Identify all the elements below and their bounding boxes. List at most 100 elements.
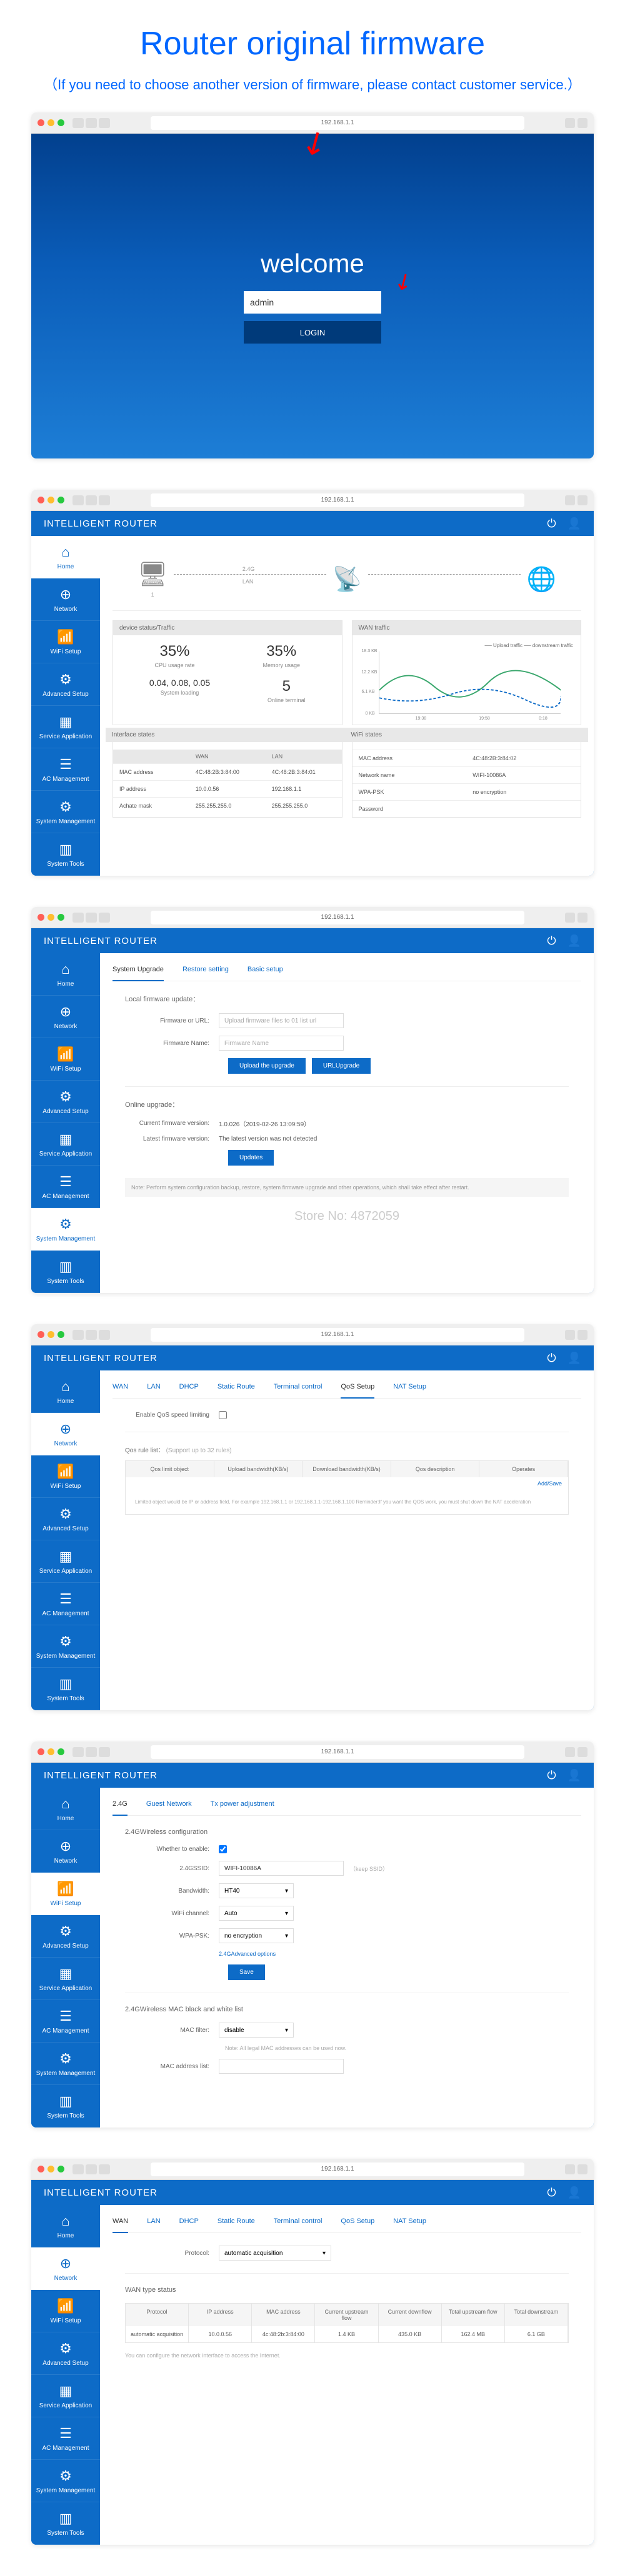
sidebar-item-wifi-setup[interactable]: 📶WiFi Setup: [31, 1873, 100, 1915]
password-input[interactable]: admin: [244, 291, 381, 314]
sidebar-item-home[interactable]: ⌂Home: [31, 1370, 100, 1413]
tab-24g[interactable]: 2.4G: [112, 1800, 128, 1816]
share-icon[interactable]: [565, 118, 575, 128]
close-icon[interactable]: [38, 2166, 44, 2172]
sidebar-item-system-management[interactable]: ⚙System Management: [31, 1625, 100, 1668]
minimize-icon[interactable]: [48, 1748, 54, 1755]
maximize-icon[interactable]: [58, 1748, 64, 1755]
sidebar-item-system-tools[interactable]: ▥System Tools: [31, 1251, 100, 1293]
tab-static-route[interactable]: Static Route: [218, 2217, 255, 2225]
updates-button[interactable]: Updates: [228, 1150, 274, 1166]
sidebar-item-home[interactable]: ⌂Home: [31, 536, 100, 578]
sidebar-item-home[interactable]: ⌂Home: [31, 1788, 100, 1830]
tab-wan[interactable]: WAN: [112, 2217, 128, 2233]
login-button[interactable]: LOGIN: [244, 321, 381, 344]
tab-nat-setup[interactable]: NAT Setup: [393, 2217, 426, 2225]
close-icon[interactable]: [38, 914, 44, 921]
sidebar-item-home[interactable]: ⌂Home: [31, 953, 100, 996]
tab-nat-setup[interactable]: NAT Setup: [393, 1383, 426, 1390]
maximize-icon[interactable]: [58, 2166, 64, 2172]
maximize-icon[interactable]: [58, 1331, 64, 1338]
sidebar-item-ac-management[interactable]: ☰AC Management: [31, 748, 100, 791]
tabs-icon[interactable]: [578, 1747, 588, 1757]
minimize-icon[interactable]: [48, 497, 54, 503]
tabs-icon[interactable]: [578, 913, 588, 923]
close-icon[interactable]: [38, 1748, 44, 1755]
power-icon[interactable]: ⏻: [547, 1352, 556, 1365]
reload-button[interactable]: [99, 913, 110, 923]
tab-dhcp[interactable]: DHCP: [179, 2217, 199, 2225]
minimize-icon[interactable]: [48, 1331, 54, 1338]
forward-button[interactable]: [86, 495, 97, 505]
power-icon[interactable]: ⏻: [547, 2186, 556, 2199]
sidebar-item-service-application[interactable]: ▦Service Application: [31, 1958, 100, 2000]
sidebar-item-ac-management[interactable]: ☰AC Management: [31, 2000, 100, 2043]
wpa-select[interactable]: no encryption▾: [219, 1928, 294, 1943]
tabs-icon[interactable]: [578, 118, 588, 128]
tab-static-route[interactable]: Static Route: [218, 1383, 255, 1390]
maximize-icon[interactable]: [58, 914, 64, 921]
sidebar-item-service-application[interactable]: ▦Service Application: [31, 706, 100, 748]
mac-list-input[interactable]: [219, 2059, 344, 2074]
sidebar-item-ac-management[interactable]: ☰AC Management: [31, 2417, 100, 2460]
tab-txpower[interactable]: Tx power adjustment: [211, 1800, 274, 1808]
user-icon[interactable]: 👤: [568, 1769, 581, 1782]
reload-button[interactable]: [99, 118, 110, 128]
tab-lan[interactable]: LAN: [147, 2217, 160, 2225]
tab-restore[interactable]: Restore setting: [182, 966, 229, 973]
close-icon[interactable]: [38, 497, 44, 503]
channel-select[interactable]: Auto▾: [219, 1906, 294, 1921]
sidebar-item-home[interactable]: ⌂Home: [31, 2205, 100, 2247]
wifi-enable-checkbox[interactable]: [219, 1845, 227, 1853]
sidebar-item-system-management[interactable]: ⚙System Management: [31, 2043, 100, 2085]
tabs-icon[interactable]: [578, 2164, 588, 2174]
reload-button[interactable]: [99, 1747, 110, 1757]
tab-guest[interactable]: Guest Network: [146, 1800, 192, 1808]
sidebar-item-network[interactable]: ⊕Network: [31, 1830, 100, 1873]
share-icon[interactable]: [565, 913, 575, 923]
back-button[interactable]: [72, 495, 84, 505]
share-icon[interactable]: [565, 495, 575, 505]
reload-button[interactable]: [99, 1330, 110, 1340]
url-bar[interactable]: 192.168.1.1: [151, 1745, 524, 1759]
close-icon[interactable]: [38, 119, 44, 126]
url-bar[interactable]: 192.168.1.1: [151, 911, 524, 924]
url-bar[interactable]: 192.168.1.1: [151, 2162, 524, 2176]
sidebar-item-system-tools[interactable]: ▥System Tools: [31, 2085, 100, 2128]
tab-dhcp[interactable]: DHCP: [179, 1383, 199, 1390]
sidebar-item-network[interactable]: ⊕Network: [31, 1413, 100, 1455]
sidebar-item-network[interactable]: ⊕Network: [31, 578, 100, 621]
sidebar-item-network[interactable]: ⊕Network: [31, 996, 100, 1038]
user-icon[interactable]: 👤: [568, 517, 581, 530]
save-button[interactable]: Save: [228, 1964, 265, 1980]
sidebar-item-wifi-setup[interactable]: 📶WiFi Setup: [31, 621, 100, 663]
back-button[interactable]: [72, 118, 84, 128]
mac-filter-select[interactable]: disable▾: [219, 2023, 294, 2038]
firmware-url-input[interactable]: Upload firmware files to 01 list url: [219, 1013, 344, 1028]
tabs-icon[interactable]: [578, 1330, 588, 1340]
tabs-icon[interactable]: [578, 495, 588, 505]
sidebar-item-system-tools[interactable]: ▥System Tools: [31, 2502, 100, 2545]
sidebar-item-system-tools[interactable]: ▥System Tools: [31, 833, 100, 876]
back-button[interactable]: [72, 1747, 84, 1757]
minimize-icon[interactable]: [48, 119, 54, 126]
back-button[interactable]: [72, 1330, 84, 1340]
tab-terminal-control[interactable]: Terminal control: [274, 2217, 322, 2225]
sidebar-item-advanced-setup[interactable]: ⚙Advanced Setup: [31, 1498, 100, 1540]
tab-qos-setup[interactable]: QoS Setup: [341, 2217, 374, 2225]
url-upgrade-button[interactable]: URLUpgrade: [312, 1058, 371, 1074]
upload-button[interactable]: Upload the upgrade: [228, 1058, 306, 1074]
reload-button[interactable]: [99, 2164, 110, 2174]
sidebar-item-system-management[interactable]: ⚙System Management: [31, 791, 100, 833]
sidebar-item-service-application[interactable]: ▦Service Application: [31, 2375, 100, 2417]
power-icon[interactable]: ⏻: [547, 934, 556, 948]
tab-wan[interactable]: WAN: [112, 1383, 128, 1390]
protocol-select[interactable]: automatic acquisition▾: [219, 2246, 331, 2261]
sidebar-item-service-application[interactable]: ▦Service Application: [31, 1540, 100, 1583]
tab-system-upgrade[interactable]: System Upgrade: [112, 966, 164, 981]
share-icon[interactable]: [565, 2164, 575, 2174]
firmware-name-input[interactable]: Firmware Name: [219, 1036, 344, 1051]
sidebar-item-advanced-setup[interactable]: ⚙Advanced Setup: [31, 1915, 100, 1958]
sidebar-item-wifi-setup[interactable]: 📶WiFi Setup: [31, 1038, 100, 1081]
sidebar-item-wifi-setup[interactable]: 📶WiFi Setup: [31, 2290, 100, 2332]
